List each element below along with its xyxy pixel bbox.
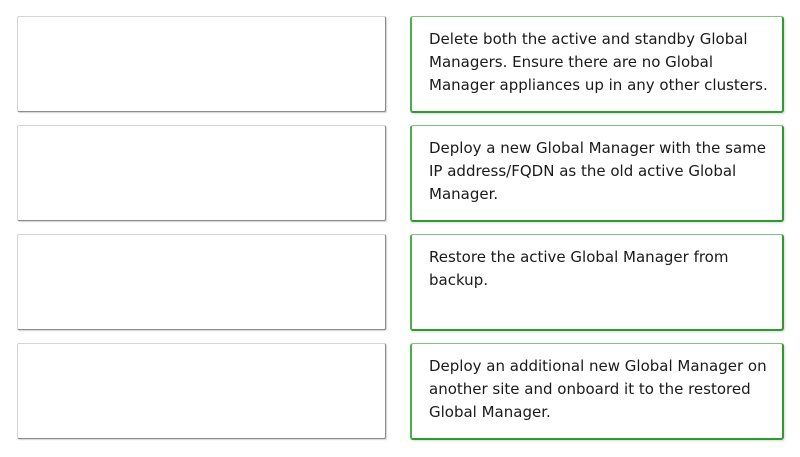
answer-card-1-text: Delete both the active and standby Globa… bbox=[429, 30, 768, 94]
answer-card-4-text: Deploy an additional new Global Manager … bbox=[429, 357, 767, 421]
answer-card-2-text: Deploy a new Global Manager with the sam… bbox=[429, 139, 766, 203]
answer-card-delete-global-managers[interactable]: Delete both the active and standby Globa… bbox=[410, 16, 784, 113]
drop-slot-1[interactable] bbox=[17, 16, 386, 112]
answer-card-3-text: Restore the active Global Manager from b… bbox=[429, 248, 729, 289]
answer-card-deploy-additional-global-manager[interactable]: Deploy an additional new Global Manager … bbox=[410, 343, 784, 440]
drop-slot-4[interactable] bbox=[17, 343, 386, 439]
drop-slot-2[interactable] bbox=[17, 125, 386, 221]
drop-slot-3[interactable] bbox=[17, 234, 386, 330]
answer-card-restore-from-backup[interactable]: Restore the active Global Manager from b… bbox=[410, 234, 784, 331]
answer-card-deploy-new-global-manager[interactable]: Deploy a new Global Manager with the sam… bbox=[410, 125, 784, 222]
